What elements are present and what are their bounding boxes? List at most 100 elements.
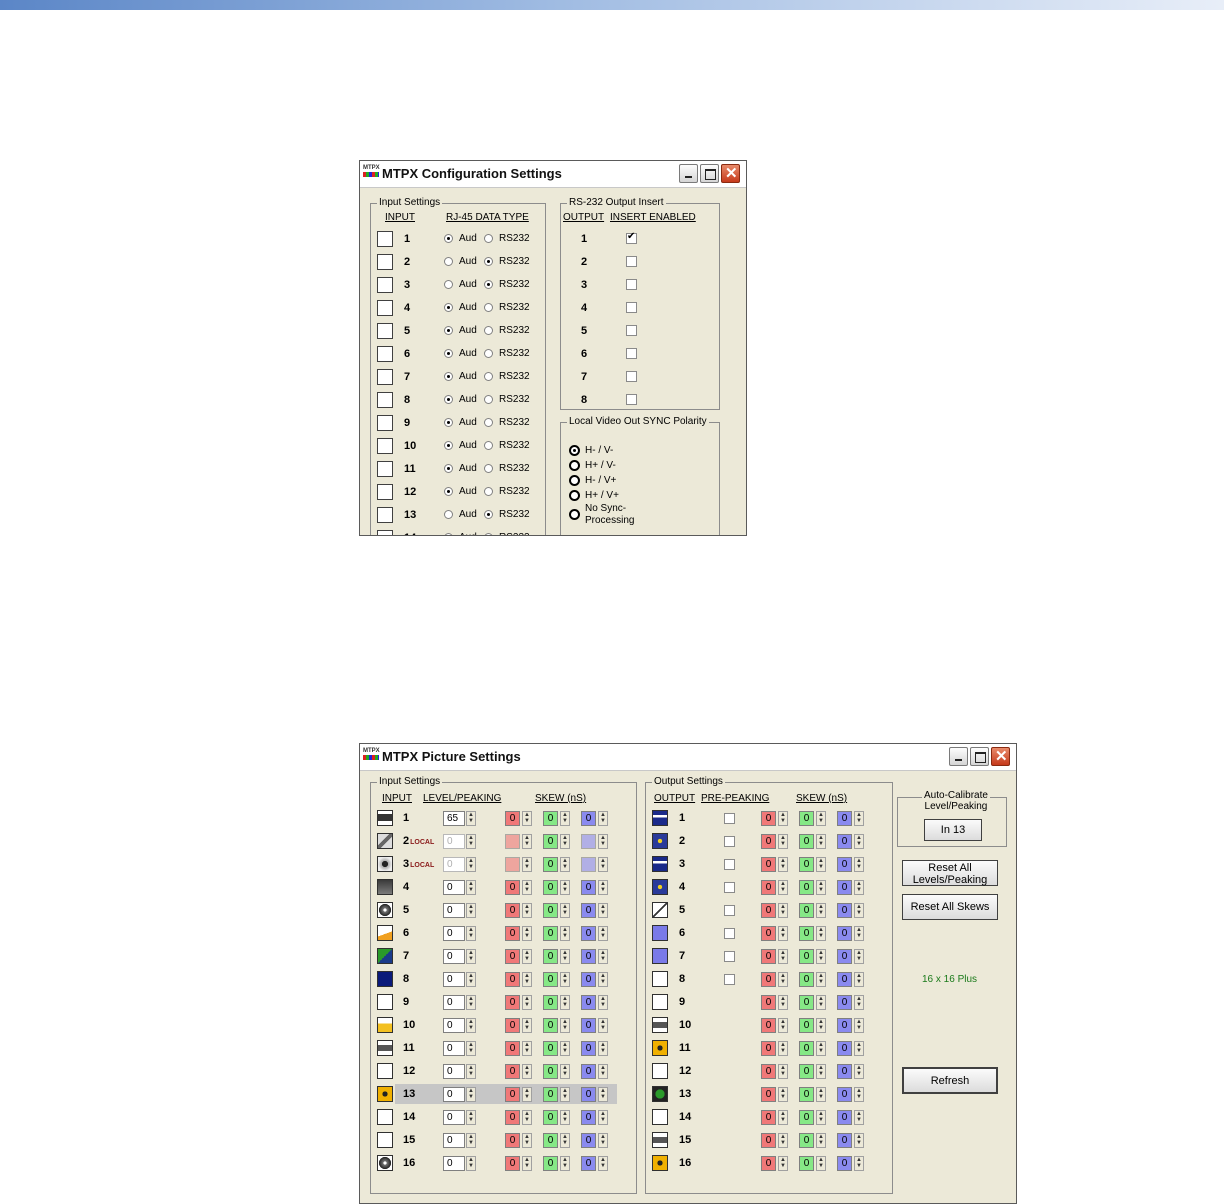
skew-green-field[interactable]: 0 (543, 972, 558, 987)
rs232-radio[interactable] (484, 533, 493, 535)
skew-blue-spinner[interactable]: ▲ ▼ (854, 1018, 864, 1033)
skew-green-field[interactable]: 0 (543, 1018, 558, 1033)
skew-green-field[interactable]: 0 (543, 949, 558, 964)
skew-green-field[interactable]: 0 (799, 1087, 814, 1102)
skew-red-spinner[interactable]: ▲ ▼ (778, 1064, 788, 1079)
skew-blue-field[interactable]: 0 (581, 1041, 596, 1056)
skew-green-field[interactable]: 0 (543, 926, 558, 941)
skew-blue-field[interactable]: 0 (837, 972, 852, 987)
rs232-radio[interactable] (484, 510, 493, 519)
maximize-button[interactable] (700, 164, 719, 183)
level-peaking-spinner[interactable]: ▲ ▼ (466, 834, 476, 849)
level-peaking-spinner[interactable]: ▲ ▼ (466, 995, 476, 1010)
input-select-box[interactable] (377, 369, 393, 385)
level-peaking-field[interactable]: 0 (443, 926, 465, 941)
input-select-box[interactable] (377, 484, 393, 500)
skew-red-field[interactable]: 0 (505, 949, 520, 964)
aud-radio[interactable] (444, 464, 453, 473)
skew-red-field[interactable]: 0 (505, 972, 520, 987)
skew-green-field[interactable]: 0 (799, 811, 814, 826)
skew-green-spinner[interactable]: ▲ ▼ (560, 811, 570, 826)
skew-green-field[interactable]: 0 (799, 880, 814, 895)
skew-green-spinner[interactable]: ▲ ▼ (816, 972, 826, 987)
skew-red-spinner[interactable]: ▲ ▼ (522, 1087, 532, 1102)
skew-red-spinner[interactable]: ▲ ▼ (522, 995, 532, 1010)
aud-radio[interactable] (444, 303, 453, 312)
skew-blue-spinner[interactable]: ▲ ▼ (598, 1018, 608, 1033)
skew-green-field[interactable]: 0 (799, 1110, 814, 1125)
skew-green-spinner[interactable]: ▲ ▼ (816, 834, 826, 849)
minimize-button[interactable] (679, 164, 698, 183)
skew-red-field[interactable]: 0 (505, 1110, 520, 1125)
skew-green-field[interactable]: 0 (799, 1133, 814, 1148)
title-bar[interactable]: MTPX MTPX Picture Settings ✕ (360, 744, 1016, 771)
skew-green-field[interactable]: 0 (543, 880, 558, 895)
skew-red-field[interactable]: 0 (505, 995, 520, 1010)
skew-green-field[interactable]: 0 (543, 1110, 558, 1125)
aud-radio[interactable] (444, 533, 453, 535)
rs232-radio[interactable] (484, 349, 493, 358)
skew-red-spinner[interactable]: ▲ ▼ (522, 1064, 532, 1079)
input-select-box[interactable] (377, 415, 393, 431)
input-select-box[interactable] (377, 438, 393, 454)
skew-blue-spinner[interactable]: ▲ ▼ (854, 949, 864, 964)
skew-green-field[interactable]: 0 (543, 1133, 558, 1148)
skew-blue-field[interactable]: 0 (581, 1064, 596, 1079)
skew-green-field[interactable]: 0 (799, 1156, 814, 1171)
skew-green-spinner[interactable]: ▲ ▼ (816, 926, 826, 941)
sync-option-radio[interactable] (569, 445, 580, 456)
skew-blue-spinner[interactable]: ▲ ▼ (854, 880, 864, 895)
skew-green-field[interactable]: 0 (799, 1064, 814, 1079)
level-peaking-spinner[interactable]: ▲ ▼ (466, 1133, 476, 1148)
skew-blue-spinner[interactable]: ▲ ▼ (598, 857, 608, 872)
skew-blue-field[interactable]: 0 (837, 1018, 852, 1033)
skew-green-spinner[interactable]: ▲ ▼ (560, 1041, 570, 1056)
skew-blue-field[interactable]: 0 (837, 995, 852, 1010)
aud-radio[interactable] (444, 257, 453, 266)
skew-blue-spinner[interactable]: ▲ ▼ (598, 1041, 608, 1056)
skew-blue-spinner[interactable]: ▲ ▼ (854, 1110, 864, 1125)
level-peaking-field[interactable]: 0 (443, 1110, 465, 1125)
skew-blue-spinner[interactable]: ▲ ▼ (854, 857, 864, 872)
skew-red-spinner[interactable]: ▲ ▼ (778, 995, 788, 1010)
level-peaking-field[interactable]: 0 (443, 995, 465, 1010)
skew-blue-spinner[interactable]: ▲ ▼ (854, 1041, 864, 1056)
maximize-button[interactable] (970, 747, 989, 766)
skew-red-field[interactable]: 0 (761, 903, 776, 918)
skew-green-field[interactable]: 0 (543, 1041, 558, 1056)
skew-green-spinner[interactable]: ▲ ▼ (560, 1133, 570, 1148)
pre-peaking-checkbox[interactable] (724, 882, 735, 893)
skew-blue-spinner[interactable]: ▲ ▼ (598, 949, 608, 964)
skew-green-field[interactable]: 0 (543, 1064, 558, 1079)
level-peaking-field[interactable]: 0 (443, 949, 465, 964)
level-peaking-field[interactable]: 0 (443, 1018, 465, 1033)
skew-red-field[interactable]: 0 (505, 1018, 520, 1033)
insert-enabled-checkbox[interactable] (626, 394, 637, 405)
skew-green-field[interactable]: 0 (799, 949, 814, 964)
skew-blue-field[interactable]: 0 (581, 811, 596, 826)
skew-red-spinner[interactable]: ▲ ▼ (522, 926, 532, 941)
skew-blue-field[interactable]: 0 (837, 1110, 852, 1125)
skew-green-spinner[interactable]: ▲ ▼ (560, 880, 570, 895)
skew-green-spinner[interactable]: ▲ ▼ (816, 1041, 826, 1056)
level-peaking-field[interactable]: 0 (443, 1087, 465, 1102)
skew-green-spinner[interactable]: ▲ ▼ (816, 1087, 826, 1102)
skew-blue-field[interactable]: 0 (837, 811, 852, 826)
skew-blue-field[interactable]: 0 (581, 1110, 596, 1125)
skew-green-spinner[interactable]: ▲ ▼ (560, 1156, 570, 1171)
skew-green-spinner[interactable]: ▲ ▼ (816, 949, 826, 964)
pre-peaking-checkbox[interactable] (724, 859, 735, 870)
insert-enabled-checkbox[interactable] (626, 348, 637, 359)
skew-green-spinner[interactable]: ▲ ▼ (560, 949, 570, 964)
skew-green-spinner[interactable]: ▲ ▼ (816, 811, 826, 826)
minimize-button[interactable] (949, 747, 968, 766)
level-peaking-spinner[interactable]: ▲ ▼ (466, 1018, 476, 1033)
skew-green-spinner[interactable]: ▲ ▼ (816, 857, 826, 872)
skew-green-field[interactable]: 0 (543, 1087, 558, 1102)
aud-radio[interactable] (444, 395, 453, 404)
input-select-box[interactable] (377, 530, 393, 535)
skew-green-spinner[interactable]: ▲ ▼ (560, 834, 570, 849)
skew-red-spinner[interactable]: ▲ ▼ (778, 972, 788, 987)
skew-blue-field[interactable]: 0 (837, 949, 852, 964)
skew-green-spinner[interactable]: ▲ ▼ (560, 1018, 570, 1033)
